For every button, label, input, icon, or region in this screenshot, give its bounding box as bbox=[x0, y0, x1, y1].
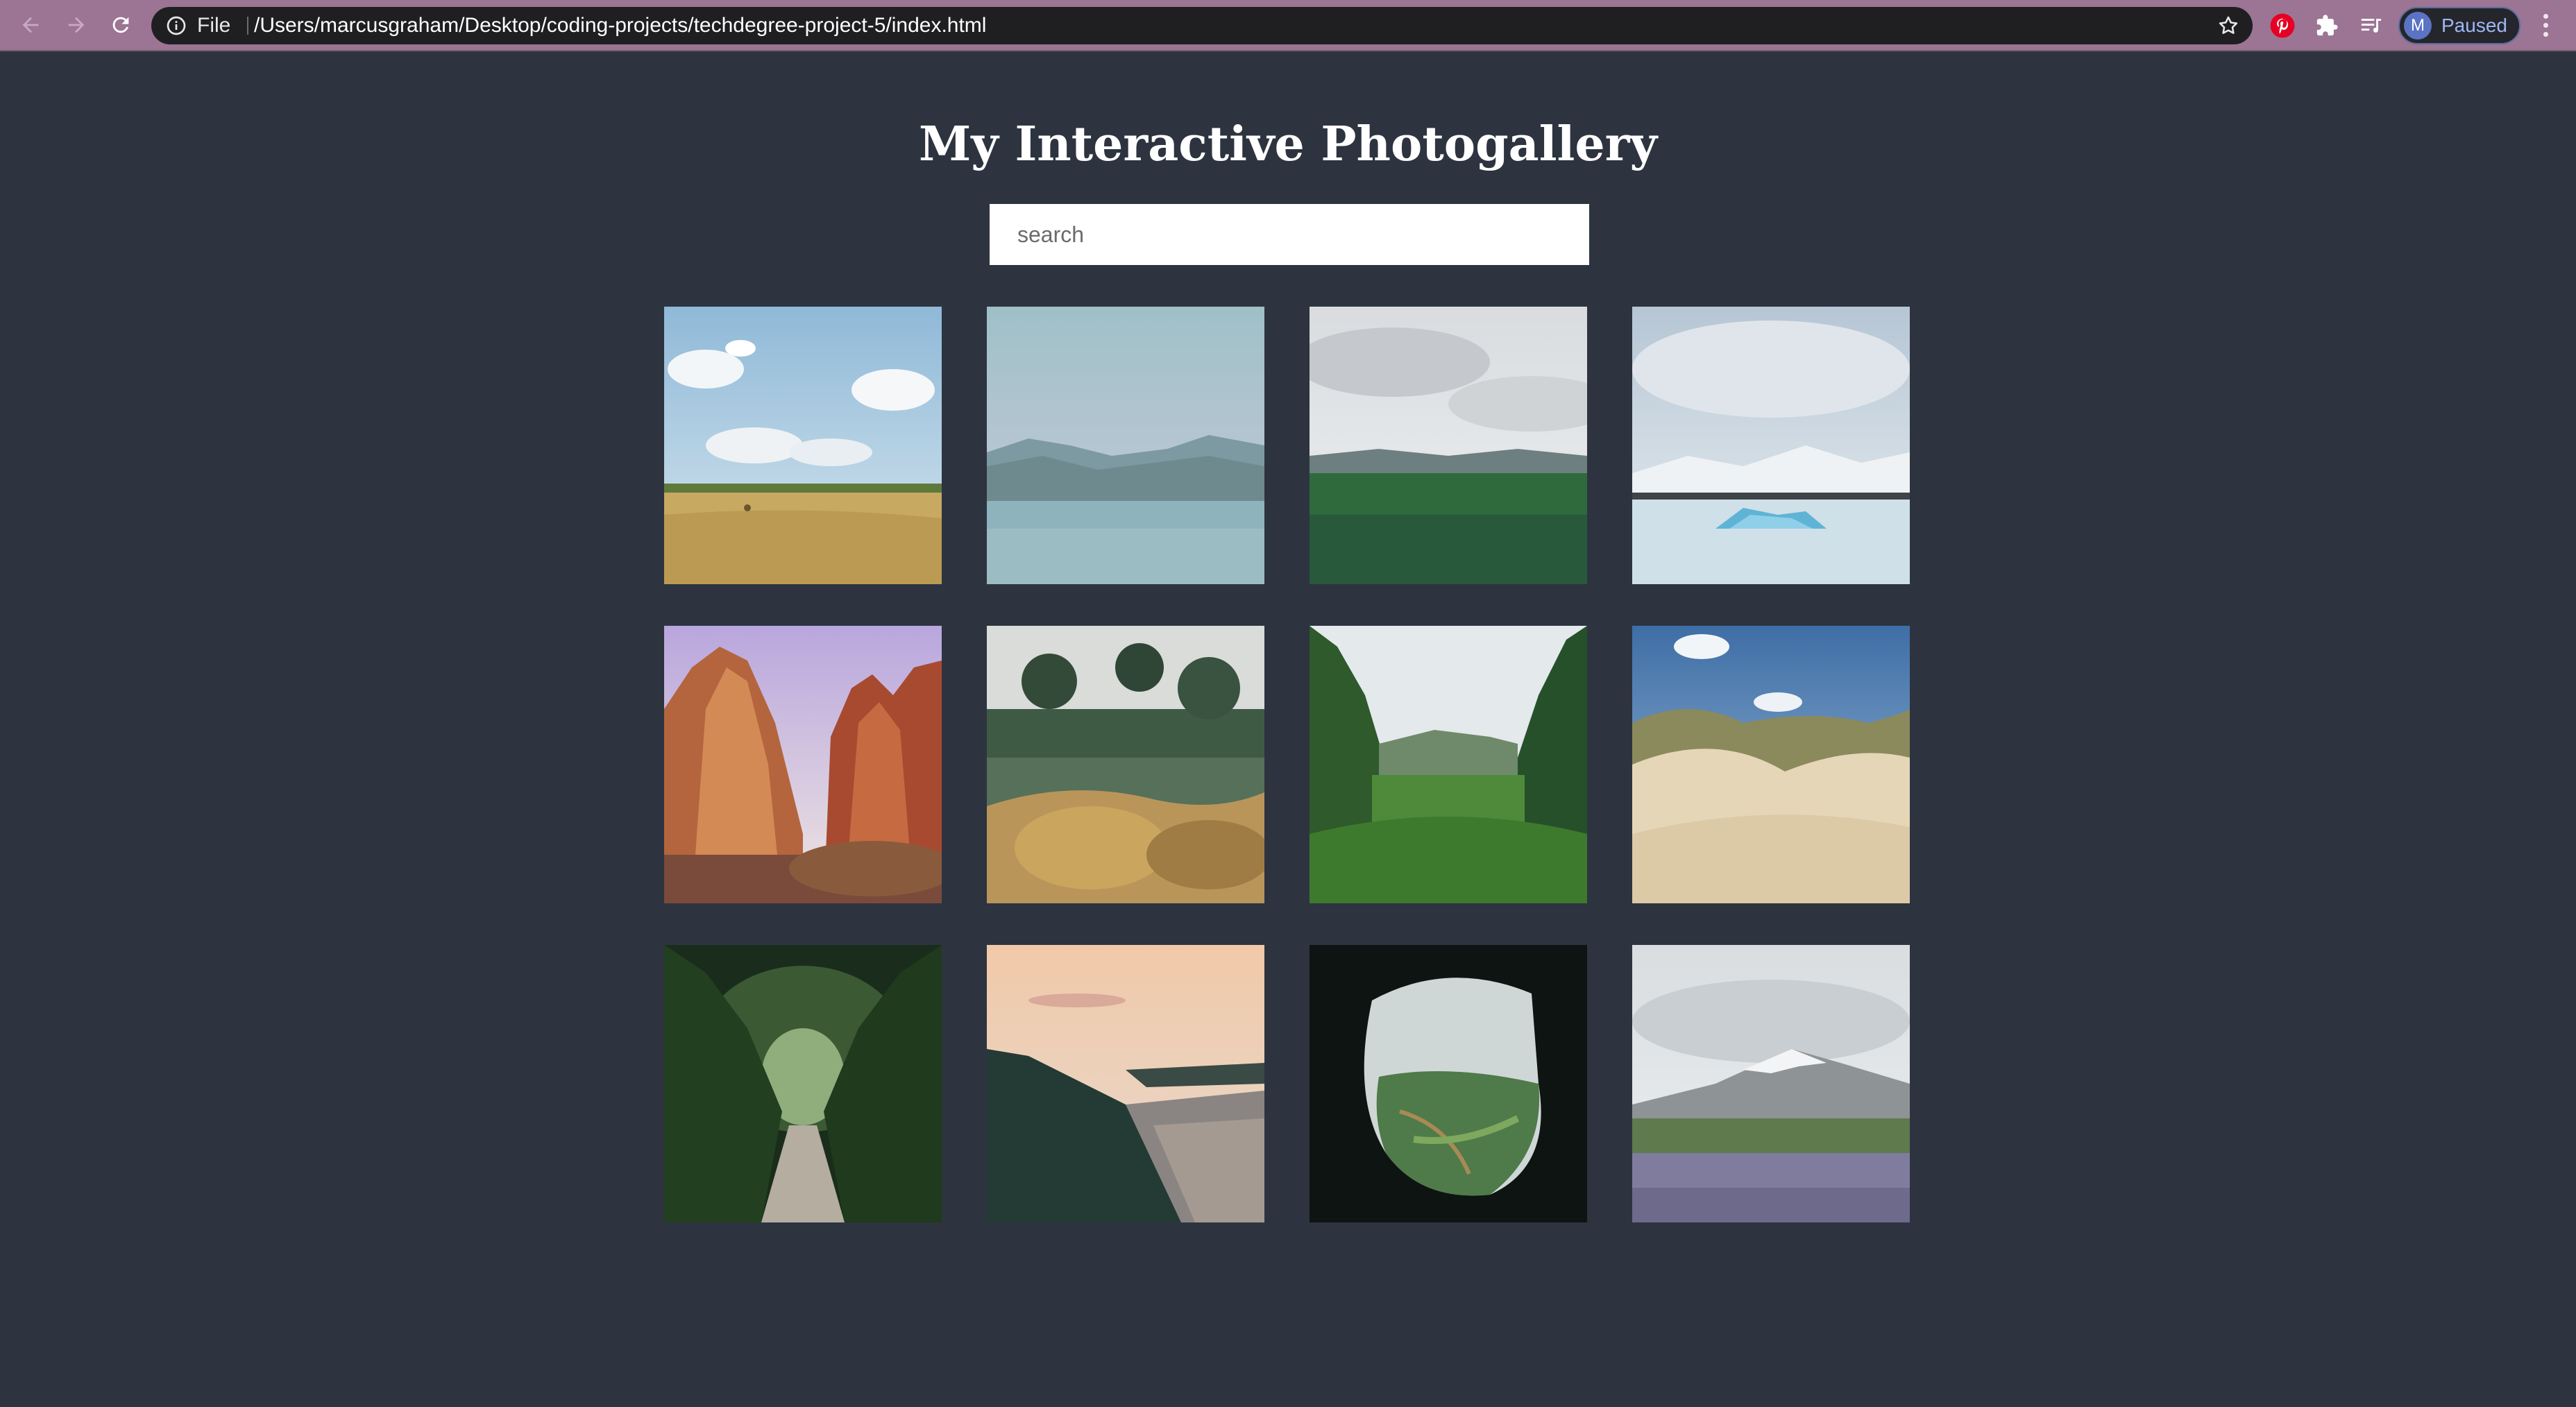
avatar: M bbox=[2404, 12, 2432, 40]
pinterest-extension-button[interactable] bbox=[2269, 12, 2296, 39]
puzzle-piece-icon bbox=[2316, 15, 2338, 36]
photo-image bbox=[1632, 307, 1910, 584]
reading-list-button[interactable] bbox=[2358, 12, 2384, 39]
profile-button[interactable]: M Paused bbox=[2398, 7, 2520, 44]
menu-dot bbox=[2543, 13, 2548, 19]
extensions-button[interactable] bbox=[2314, 12, 2340, 39]
menu-dot bbox=[2543, 22, 2548, 28]
playlist-icon bbox=[2361, 19, 2382, 33]
photo-image bbox=[987, 626, 1264, 903]
gallery-photo-canyon[interactable] bbox=[664, 626, 942, 903]
photo-gallery bbox=[664, 307, 1910, 1222]
address-divider bbox=[247, 17, 248, 35]
forward-button[interactable] bbox=[60, 8, 93, 42]
gallery-photo-mountain-lupines[interactable] bbox=[1632, 945, 1910, 1222]
photo-image bbox=[1310, 307, 1587, 584]
photo-image bbox=[664, 626, 942, 903]
gallery-photo-lake[interactable] bbox=[987, 307, 1264, 584]
gallery-photo-valley[interactable] bbox=[1310, 626, 1587, 903]
browser-menu-button[interactable] bbox=[2532, 10, 2559, 40]
back-arrow-icon bbox=[22, 17, 39, 33]
address-bar[interactable]: File /Users/marcusgraham/Desktop/coding-… bbox=[151, 7, 2253, 44]
reload-icon bbox=[112, 17, 129, 33]
search-input[interactable] bbox=[990, 204, 1589, 265]
photo-image bbox=[987, 307, 1264, 584]
gallery-photo-cave[interactable] bbox=[1310, 945, 1587, 1222]
photo-image bbox=[664, 945, 942, 1222]
pinterest-icon bbox=[2270, 13, 2295, 38]
gallery-photo-glacier[interactable] bbox=[1632, 307, 1910, 584]
gallery-photo-dunes[interactable] bbox=[1632, 626, 1910, 903]
back-button[interactable] bbox=[14, 8, 47, 42]
browser-toolbar: File /Users/marcusgraham/Desktop/coding-… bbox=[0, 0, 2576, 51]
page-title: My Interactive Photogallery bbox=[919, 117, 1657, 172]
sync-status-label: Paused bbox=[2441, 15, 2507, 36]
gallery-photo-garden[interactable] bbox=[987, 626, 1264, 903]
bookmark-star-icon[interactable] bbox=[2217, 14, 2240, 37]
info-icon[interactable] bbox=[165, 15, 187, 37]
reload-button[interactable] bbox=[104, 8, 137, 42]
photo-image bbox=[1310, 945, 1587, 1222]
gallery-photo-coast[interactable] bbox=[987, 945, 1264, 1222]
menu-dot bbox=[2543, 31, 2548, 37]
gallery-photo-forest-path[interactable] bbox=[664, 945, 942, 1222]
photo-image bbox=[1310, 626, 1587, 903]
photo-image bbox=[987, 945, 1264, 1222]
url-text[interactable]: /Users/marcusgraham/Desktop/coding-proje… bbox=[254, 7, 986, 44]
photo-image bbox=[1632, 626, 1910, 903]
scheme-label: File bbox=[197, 14, 231, 37]
gallery-photo-meadow[interactable] bbox=[1310, 307, 1587, 584]
gallery-photo-hay-field[interactable] bbox=[664, 307, 942, 584]
photo-image bbox=[664, 307, 942, 584]
photo-image bbox=[1632, 945, 1910, 1222]
forward-arrow-icon bbox=[68, 17, 85, 33]
